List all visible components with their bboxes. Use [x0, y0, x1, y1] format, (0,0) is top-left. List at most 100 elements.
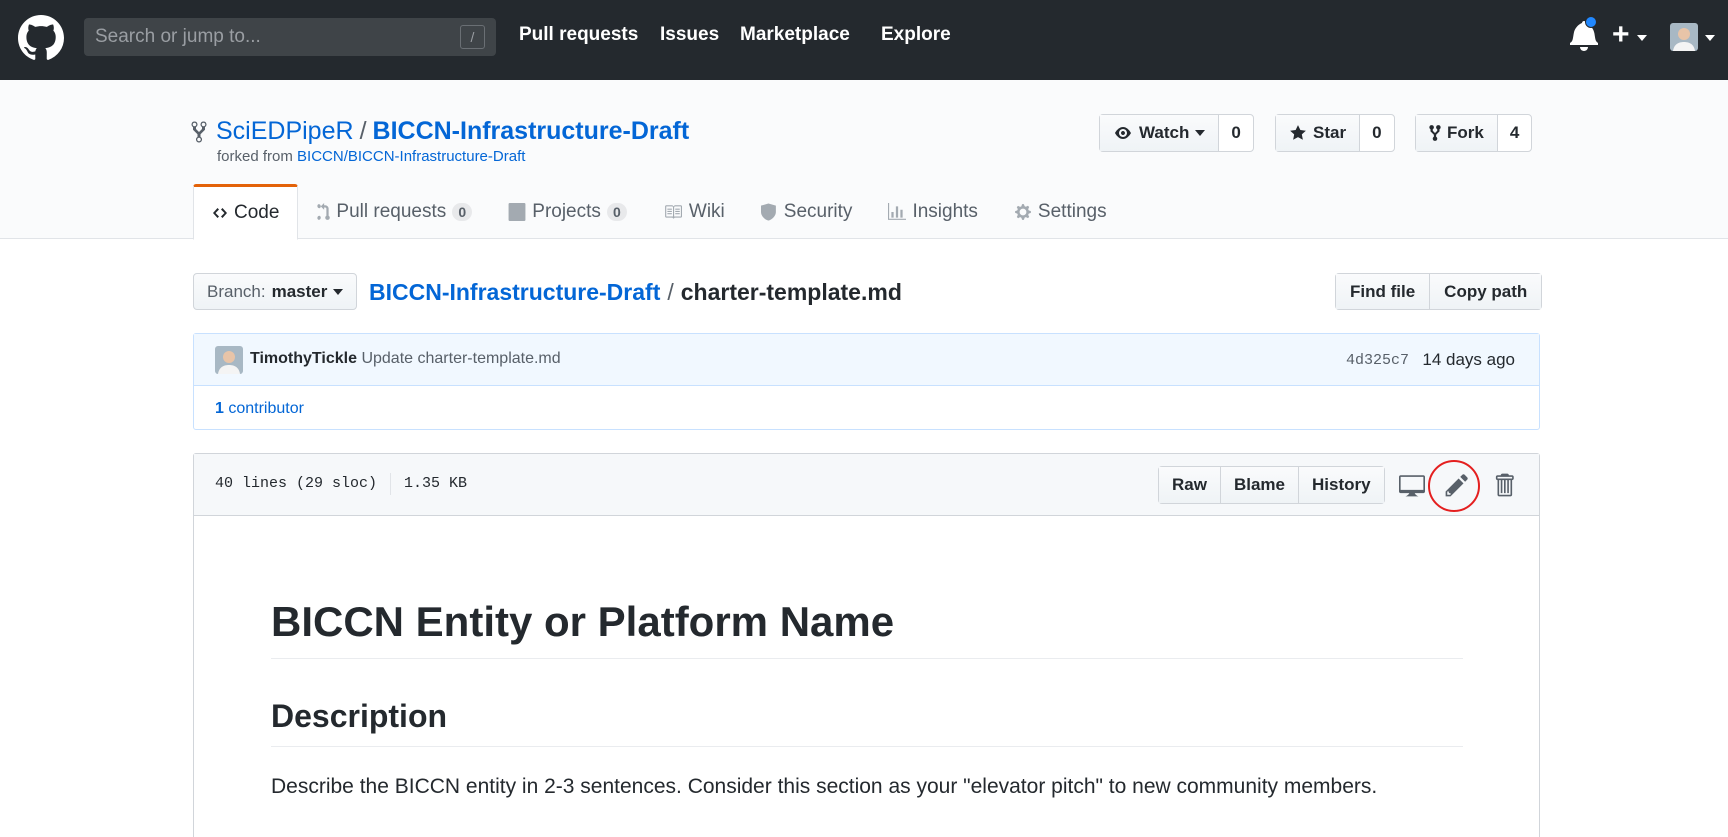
- repo-title: SciEDPipeR / BICCN-Infrastructure-Draft: [216, 116, 689, 146]
- github-logo-icon[interactable]: [18, 15, 64, 61]
- breadcrumb: BICCN-Infrastructure-Draft / charter-templ…: [369, 278, 902, 306]
- star-button-group: Star 0: [1275, 114, 1395, 152]
- commit-age: 14 days ago: [1422, 350, 1515, 369]
- fork-label: Fork: [1447, 123, 1484, 142]
- tab-wiki[interactable]: Wiki: [645, 184, 743, 240]
- contributors-link[interactable]: 1 contributor: [215, 400, 304, 418]
- breadcrumb-file: charter-template.md: [680, 279, 902, 305]
- blame-button[interactable]: Blame: [1219, 467, 1298, 503]
- tab-pull-requests[interactable]: Pull requests 0: [298, 184, 490, 240]
- star-icon: [1290, 125, 1306, 140]
- avatar[interactable]: [215, 346, 243, 374]
- tab-label: Wiki: [688, 201, 725, 222]
- tab-label: Settings: [1037, 201, 1107, 222]
- repo-tabs: Code Pull requests 0 Projects 0 Wiki Sec…: [193, 184, 1125, 240]
- contributor-count: 1: [215, 400, 224, 417]
- repo-forked-icon: [191, 121, 207, 143]
- git-pull-request-icon: [317, 203, 331, 220]
- tab-security[interactable]: Security: [743, 184, 871, 240]
- chevron-down-icon: [333, 288, 344, 295]
- commit-message: TimothyTickle Update charter-template.md: [250, 350, 561, 368]
- repo-title-separator: /: [359, 117, 367, 145]
- breadcrumb-repo-link[interactable]: BICCN-Infrastructure-Draft: [369, 279, 660, 305]
- history-button[interactable]: History: [1298, 467, 1384, 503]
- watch-button[interactable]: Watch: [1100, 115, 1220, 151]
- pull-requests-counter: 0: [452, 203, 473, 221]
- graph-icon: [888, 203, 907, 220]
- forked-from-text: forked from BICCN/BICCN-Infrastructure-D…: [217, 148, 525, 165]
- star-button[interactable]: Star: [1276, 115, 1361, 151]
- branch-select-button[interactable]: Branch: master: [193, 273, 358, 310]
- notification-indicator: [1585, 16, 1597, 28]
- book-icon: [665, 205, 682, 219]
- tab-insights[interactable]: Insights: [870, 184, 995, 240]
- device-desktop-icon[interactable]: [1399, 472, 1425, 498]
- forked-from-link[interactable]: BICCN/BICCN-Infrastructure-Draft: [297, 148, 525, 165]
- plus-icon[interactable]: +: [1612, 18, 1630, 52]
- search-input[interactable]: [84, 18, 496, 56]
- eye-icon: [1115, 127, 1131, 139]
- file-action-buttons: Raw Blame History: [1158, 466, 1385, 504]
- trashcan-icon[interactable]: [1491, 472, 1517, 498]
- copy-path-button[interactable]: Copy path: [1429, 274, 1542, 309]
- fork-button-group: Fork 4: [1415, 114, 1533, 152]
- project-icon: [508, 203, 526, 221]
- star-count[interactable]: 0: [1360, 115, 1393, 151]
- commit-author-link[interactable]: TimothyTickle: [250, 350, 357, 367]
- star-label: Star: [1313, 123, 1347, 142]
- repo-name-link[interactable]: BICCN-Infrastructure-Draft: [373, 117, 690, 145]
- repo-owner-link[interactable]: SciEDPipeR: [216, 117, 354, 145]
- file-lines: 40 lines (29 sloc): [215, 475, 378, 492]
- commit-tease: TimothyTickle Update charter-template.md…: [193, 333, 1540, 430]
- tab-settings[interactable]: Settings: [996, 184, 1125, 240]
- raw-button[interactable]: Raw: [1159, 467, 1220, 503]
- shield-icon: [760, 203, 776, 221]
- edit-highlight-circle: [1428, 460, 1480, 512]
- watch-button-group: Watch 0: [1099, 114, 1254, 152]
- tab-label: Pull requests: [336, 201, 447, 222]
- contributor-label: contributor: [228, 400, 304, 417]
- file-header: 40 lines (29 sloc) 1.35 KB Raw Blame His…: [194, 454, 1539, 516]
- tab-label: Code: [234, 202, 280, 223]
- file-info: 40 lines (29 sloc) 1.35 KB: [215, 473, 468, 495]
- gear-icon: [1015, 204, 1031, 220]
- tab-label: Projects: [532, 201, 601, 222]
- tab-code[interactable]: Code: [193, 184, 299, 240]
- breadcrumb-separator: /: [667, 279, 674, 305]
- commit-summary: TimothyTickle Update charter-template.md…: [194, 334, 1539, 386]
- commit-sha-link[interactable]: 4d325c7: [1346, 352, 1409, 369]
- nav-issues[interactable]: Issues: [660, 24, 719, 46]
- file-nav-buttons: Find file Copy path: [1335, 273, 1543, 310]
- tab-projects[interactable]: Projects 0: [490, 184, 645, 240]
- watch-label: Watch: [1139, 123, 1190, 142]
- watch-count[interactable]: 0: [1219, 115, 1252, 151]
- global-header: / Pull requests Issues Marketplace Explo…: [0, 0, 1728, 80]
- search-box[interactable]: /: [84, 18, 496, 56]
- tab-label: Security: [783, 201, 853, 222]
- find-file-button[interactable]: Find file: [1336, 274, 1430, 309]
- chevron-down-icon: [1195, 130, 1206, 136]
- file-container: 40 lines (29 sloc) 1.35 KB Raw Blame His…: [193, 453, 1540, 837]
- code-icon: [213, 208, 227, 218]
- nav-marketplace[interactable]: Marketplace: [740, 24, 850, 46]
- chevron-down-icon: [1637, 35, 1647, 41]
- file-info-divider: [390, 473, 392, 495]
- markdown-heading-1: BICCN Entity or Platform Name: [271, 596, 1463, 659]
- fork-count[interactable]: 4: [1498, 115, 1531, 151]
- commit-message-link[interactable]: Update charter-template.md: [361, 350, 560, 367]
- forked-from-prefix: forked from: [217, 148, 293, 165]
- repo-forked-icon: [1429, 125, 1441, 141]
- branch-name: master: [271, 281, 328, 301]
- chevron-down-icon: [1705, 35, 1715, 41]
- projects-counter: 0: [606, 203, 627, 221]
- nav-explore[interactable]: Explore: [881, 24, 951, 46]
- search-shortcut-key: /: [460, 25, 485, 49]
- branch-prefix: Branch:: [207, 281, 266, 301]
- avatar[interactable]: [1670, 23, 1698, 51]
- markdown-heading-2: Description: [271, 696, 1463, 747]
- tab-label: Insights: [912, 201, 978, 222]
- nav-pull-requests[interactable]: Pull requests: [519, 24, 638, 46]
- markdown-paragraph: Describe the BICCN entity in 2-3 sentenc…: [271, 775, 1378, 798]
- file-size: 1.35 KB: [404, 475, 468, 492]
- fork-button[interactable]: Fork: [1416, 115, 1498, 151]
